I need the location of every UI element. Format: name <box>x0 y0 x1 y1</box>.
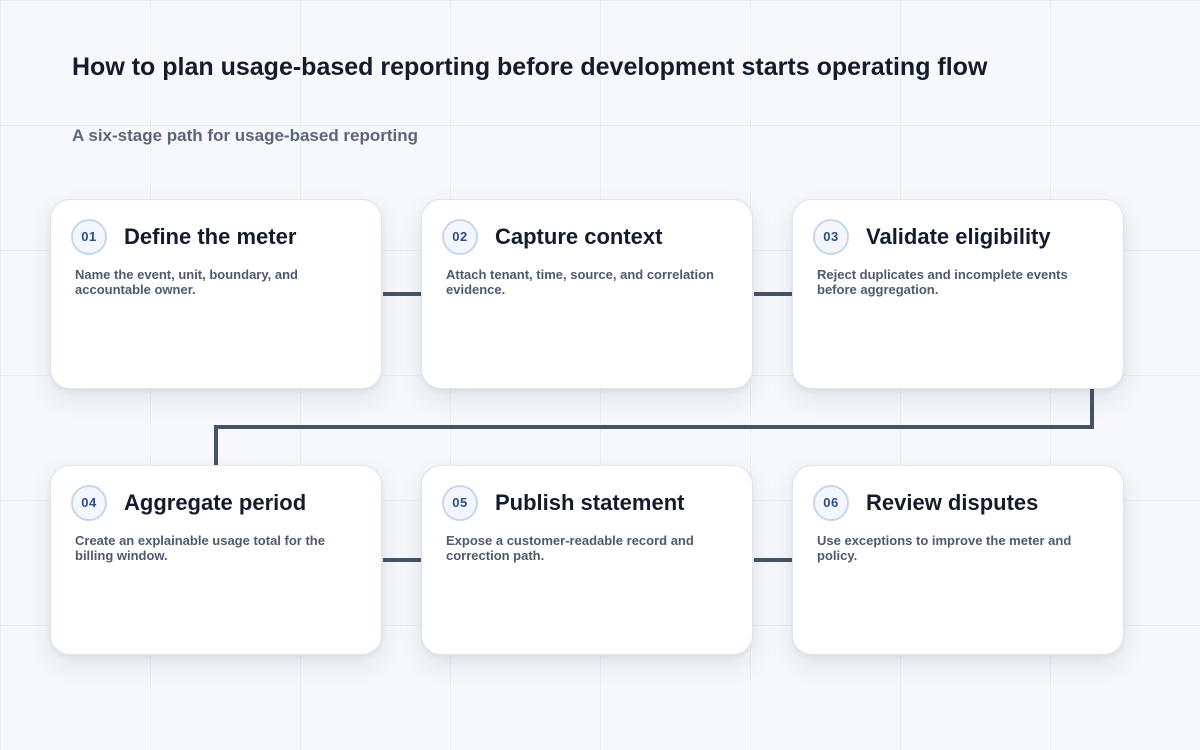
step-title: Review disputes <box>866 490 1039 515</box>
connector-03-04 <box>214 389 1094 465</box>
step-number-badge: 06 <box>813 485 849 521</box>
step-card-review-disputes: 06 Review disputes Use exceptions to imp… <box>792 465 1124 655</box>
step-number-badge: 01 <box>71 219 107 255</box>
step-title: Capture context <box>495 224 663 249</box>
step-card-validate-eligibility: 03 Validate eligibility Reject duplicate… <box>792 199 1124 389</box>
step-description: Name the event, unit, boundary, and acco… <box>75 267 298 297</box>
step-number-badge: 02 <box>442 219 478 255</box>
step-description: Reject duplicates and incomplete events … <box>817 267 1068 297</box>
step-title: Aggregate period <box>124 490 307 515</box>
step-card-define-meter: 01 Define the meter Name the event, unit… <box>50 199 382 389</box>
step-description: Create an explainable usage total for th… <box>75 533 325 563</box>
step-number-badge: 05 <box>442 485 478 521</box>
step-description: Expose a customer-readable record and co… <box>446 533 694 563</box>
step-description: Use exceptions to improve the meter and … <box>817 533 1072 563</box>
step-number-badge: 04 <box>71 485 107 521</box>
step-title: Validate eligibility <box>866 224 1051 249</box>
step-title: Publish statement <box>495 490 685 515</box>
step-title: Define the meter <box>124 224 297 249</box>
step-number-badge: 03 <box>813 219 849 255</box>
step-description: Attach tenant, time, source, and correla… <box>446 267 714 297</box>
step-card-capture-context: 02 Capture context Attach tenant, time, … <box>421 199 753 389</box>
step-card-aggregate-period: 04 Aggregate period Create an explainabl… <box>50 465 382 655</box>
step-card-publish-statement: 05 Publish statement Expose a customer-r… <box>421 465 753 655</box>
